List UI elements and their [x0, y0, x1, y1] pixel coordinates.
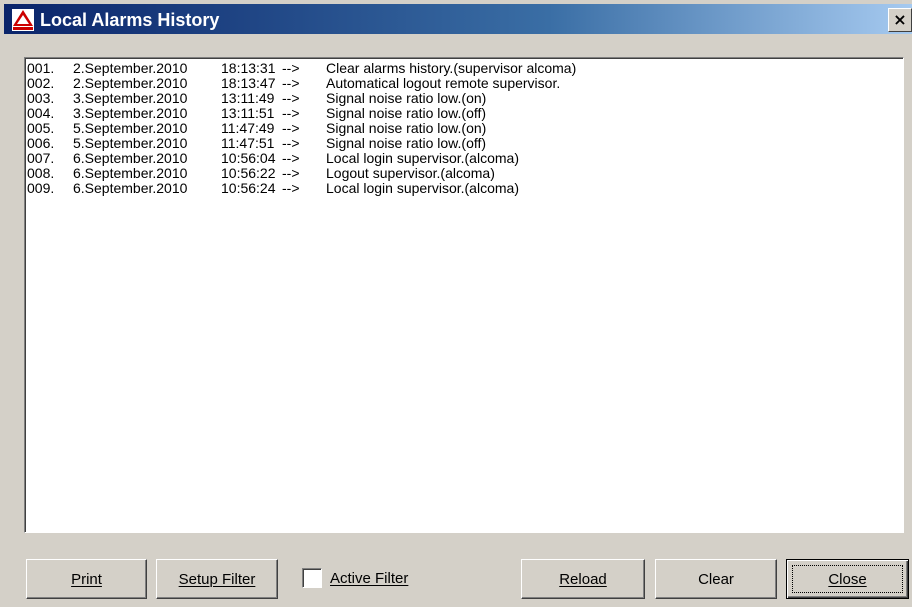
- clear-button-label: Clear: [698, 570, 734, 588]
- list-item[interactable]: 009. 6.September.2010 10:56:24 --> Local log…: [27, 181, 903, 196]
- entry-time: 13:11:51: [221, 105, 275, 121]
- list-item[interactable]: 008. 6.September.2010 10:56:22 --> Logout su…: [27, 166, 903, 181]
- list-item[interactable]: 006. 5.September.2010 11:47:51 --> Signal no…: [27, 136, 903, 151]
- entry-time: 10:56:24: [221, 180, 276, 196]
- entry-date: 2.September.2010: [73, 60, 188, 76]
- list-item[interactable]: 003. 3.September.2010 13:11:49 --> Signal no…: [27, 91, 903, 106]
- entry-number: 003.: [27, 90, 55, 106]
- entry-number: 002.: [27, 75, 55, 91]
- entry-arrow: -->: [282, 60, 300, 76]
- entry-message: Clear alarms history.(supervisor alcoma): [326, 60, 577, 76]
- alarms-history-list[interactable]: 001. 2.September.2010 18:13:31 --> Clear ala…: [24, 57, 904, 533]
- entry-date: 6.September.2010: [73, 150, 188, 166]
- close-icon[interactable]: ×: [888, 8, 912, 32]
- entry-date: 3.September.2010: [73, 105, 188, 121]
- entry-date: 5.September.2010: [73, 120, 188, 136]
- entry-number: 009.: [27, 180, 55, 196]
- list-item[interactable]: 001. 2.September.2010 18:13:31 --> Clear ala…: [27, 61, 903, 76]
- active-filter-checkbox-group[interactable]: Active Filter: [302, 567, 408, 589]
- print-button-label: Print: [71, 570, 102, 588]
- entry-message: Signal noise ratio low.(on): [326, 120, 487, 136]
- entry-message: Signal noise ratio low.(off): [326, 135, 487, 151]
- list-item[interactable]: 005. 5.September.2010 11:47:49 --> Signal no…: [27, 121, 903, 136]
- local-alarms-history-window: Local Alarms History × 001. 2.September.2…: [0, 0, 912, 607]
- entry-message: Signal noise ratio low.(on): [326, 90, 487, 106]
- entry-arrow: -->: [282, 180, 300, 196]
- entry-time: 18:13:31: [221, 60, 276, 76]
- active-filter-label[interactable]: Active Filter: [330, 570, 408, 587]
- print-button[interactable]: Print: [26, 559, 147, 599]
- entry-date: 2.September.2010: [73, 75, 188, 91]
- entry-arrow: -->: [282, 75, 300, 91]
- entry-message: Logout supervisor.(alcoma): [326, 165, 495, 181]
- setup-filter-button-label: Setup Filter: [178, 570, 256, 588]
- entry-arrow: -->: [282, 150, 300, 166]
- entry-message: Local login supervisor.(alcoma): [326, 150, 519, 166]
- entry-arrow: -->: [282, 165, 300, 181]
- warning-triangle-icon: [12, 9, 34, 31]
- entry-date: 5.September.2010: [73, 135, 188, 151]
- list-item[interactable]: 007. 6.September.2010 10:56:04 --> Local log…: [27, 151, 903, 166]
- close-button[interactable]: Close: [786, 559, 909, 599]
- window-title: Local Alarms History: [40, 10, 220, 30]
- entry-arrow: -->: [282, 135, 300, 151]
- title-bar[interactable]: Local Alarms History ×: [0, 0, 912, 34]
- reload-button[interactable]: Reload: [521, 559, 645, 599]
- entry-message: Signal noise ratio low.(off): [326, 105, 487, 121]
- entry-number: 004.: [27, 105, 55, 121]
- entry-number: 008.: [27, 165, 55, 181]
- entry-date: 3.September.2010: [73, 90, 188, 106]
- list-item[interactable]: 004. 3.September.2010 13:11:51 --> Signal no…: [27, 106, 903, 121]
- entry-number: 001.: [27, 60, 55, 76]
- entry-number: 005.: [27, 120, 55, 136]
- entry-arrow: -->: [282, 120, 300, 136]
- reload-button-label: Reload: [559, 570, 607, 588]
- entry-number: 006.: [27, 135, 55, 151]
- setup-filter-button[interactable]: Setup Filter: [156, 559, 278, 599]
- entry-date: 6.September.2010: [73, 165, 188, 181]
- entry-message: Local login supervisor.(alcoma): [326, 180, 519, 196]
- entry-time: 13:11:49: [221, 90, 275, 106]
- focus-rectangle: [792, 565, 903, 593]
- entry-number: 007.: [27, 150, 55, 166]
- entry-time: 18:13:47: [221, 75, 276, 91]
- entry-arrow: -->: [282, 90, 300, 106]
- entry-arrow: -->: [282, 105, 300, 121]
- entry-message: Automatical logout remote supervisor.: [326, 75, 561, 91]
- clear-button[interactable]: Clear: [655, 559, 777, 599]
- list-item[interactable]: 002. 2.September.2010 18:13:47 --> Automatic…: [27, 76, 903, 91]
- entry-time: 10:56:04: [221, 150, 276, 166]
- entry-time: 11:47:51: [221, 135, 275, 151]
- entry-time: 10:56:22: [221, 165, 276, 181]
- active-filter-checkbox[interactable]: [302, 568, 322, 588]
- entry-date: 6.September.2010: [73, 180, 188, 196]
- entry-time: 11:47:49: [221, 120, 275, 136]
